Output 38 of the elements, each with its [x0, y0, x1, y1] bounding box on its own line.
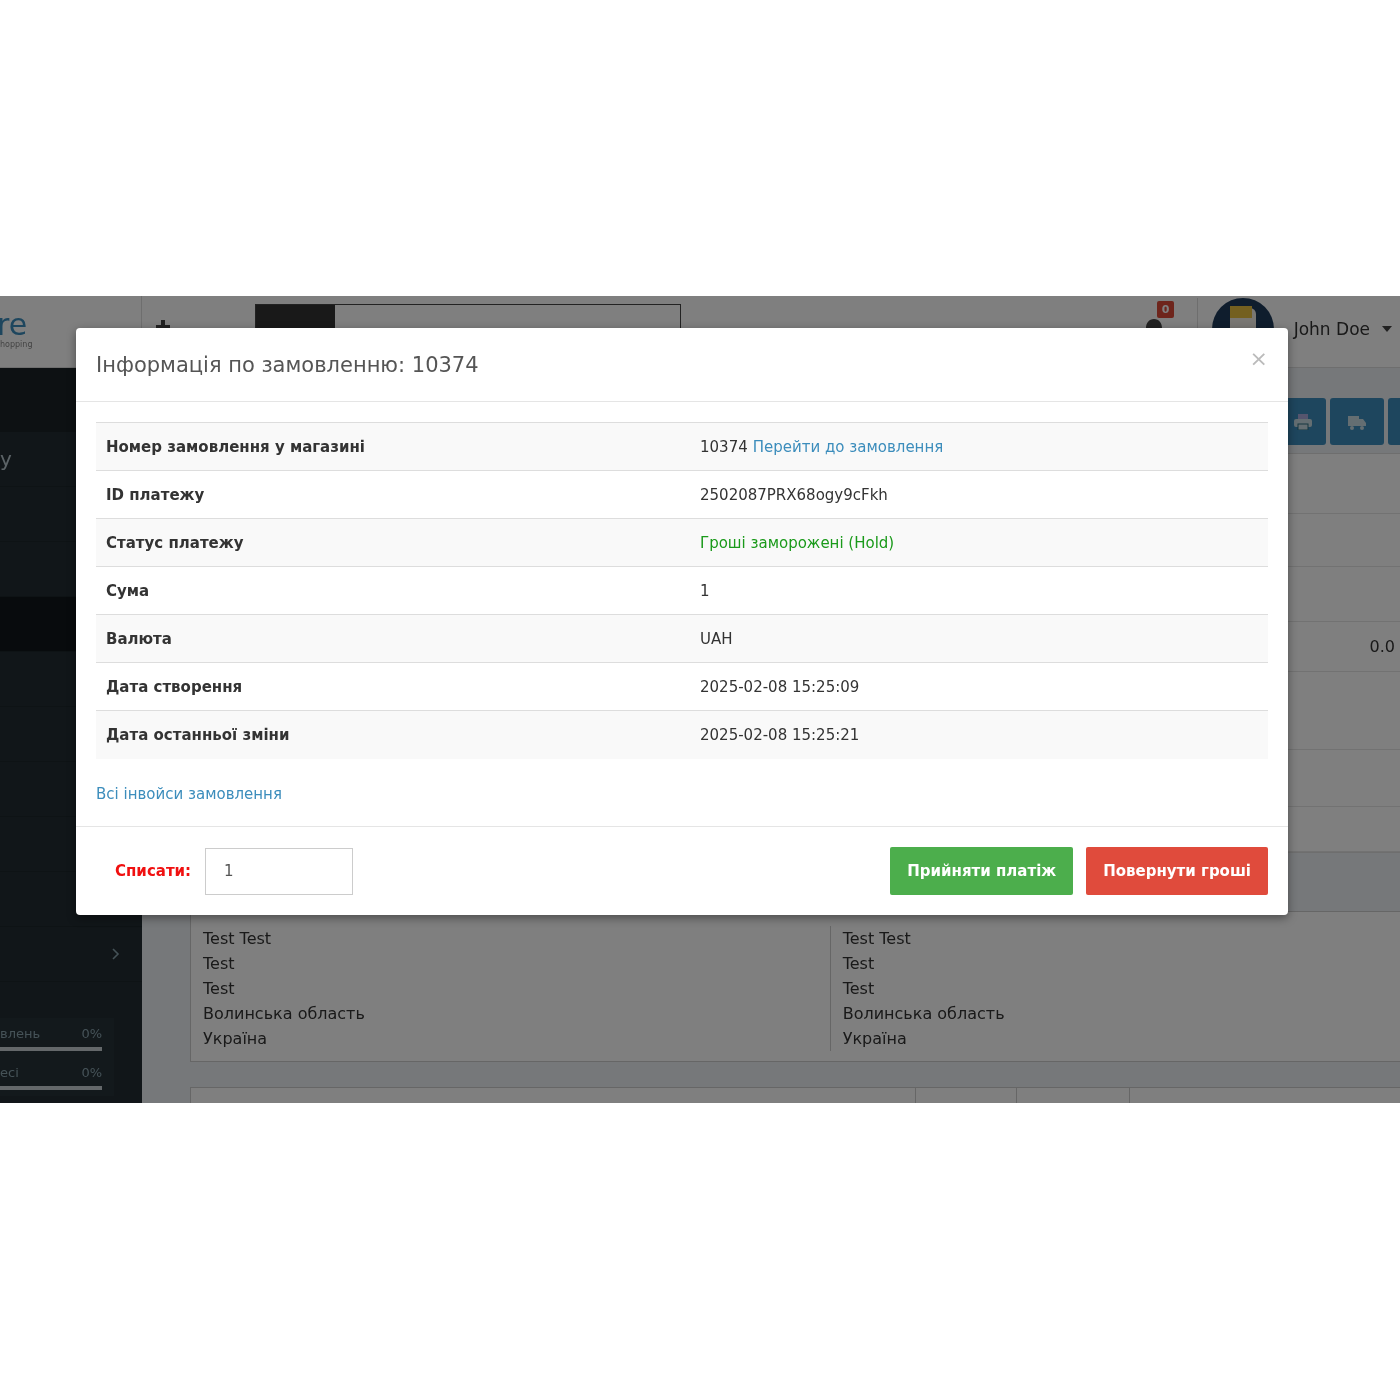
row-label: Дата останньої зміни — [105, 726, 291, 744]
row-value: 2025-02-08 15:25:21 — [700, 726, 860, 744]
row-label: Валюта — [105, 629, 173, 648]
address-line: Волинська область — [842, 1003, 1006, 1025]
address-line: Волинська область — [203, 1003, 366, 1025]
address-line: Test — [842, 953, 876, 975]
refund-button[interactable]: Повернути гроші — [1086, 847, 1268, 895]
invoices-link[interactable]: Всі інвойси замовлення — [96, 785, 282, 803]
address-line: Україна — [842, 1028, 908, 1050]
row-label: Дата створення — [105, 677, 244, 696]
capture-label: Списати: — [115, 862, 192, 880]
progress-value: 0% — [81, 1026, 102, 1041]
address-line: Test — [203, 953, 236, 975]
address-line: Україна — [203, 1028, 269, 1050]
address-line: Test Test — [842, 928, 912, 950]
user-name[interactable]: John Doe — [1293, 319, 1370, 339]
address-line: Test — [842, 978, 876, 1000]
row-value: 2502087PRX68ogy9cFkh — [700, 485, 888, 504]
progress-label: есі — [0, 1065, 19, 1080]
amount-field[interactable]: 1 — [205, 847, 354, 895]
row-value: UAH — [700, 629, 733, 648]
close-button[interactable]: × — [1249, 347, 1268, 370]
progress-label: влень — [0, 1026, 41, 1041]
order-link[interactable]: Перейти до замовлення — [752, 437, 944, 456]
modal-title: Інформація по замовленню: 10374 — [96, 352, 479, 377]
notification-badge: 0 — [1156, 301, 1175, 318]
row-label: Сума — [105, 581, 151, 600]
accept-button[interactable]: Прийняти платіж — [890, 847, 1074, 895]
row-label: ID платежу — [105, 485, 206, 504]
row-label: Статус платежу — [105, 533, 245, 552]
row-value: 10374 — [700, 437, 748, 456]
row-value: 1 — [700, 581, 710, 600]
row-value: 2025-02-08 15:25:09 — [700, 677, 860, 696]
address-line: Test — [203, 978, 236, 1000]
progress-value: 0% — [81, 1065, 102, 1080]
total-value: 0.0 — [1369, 637, 1395, 656]
address-line: Test Test — [203, 928, 273, 950]
status-text: Гроші заморожені (Hold) — [700, 533, 895, 552]
